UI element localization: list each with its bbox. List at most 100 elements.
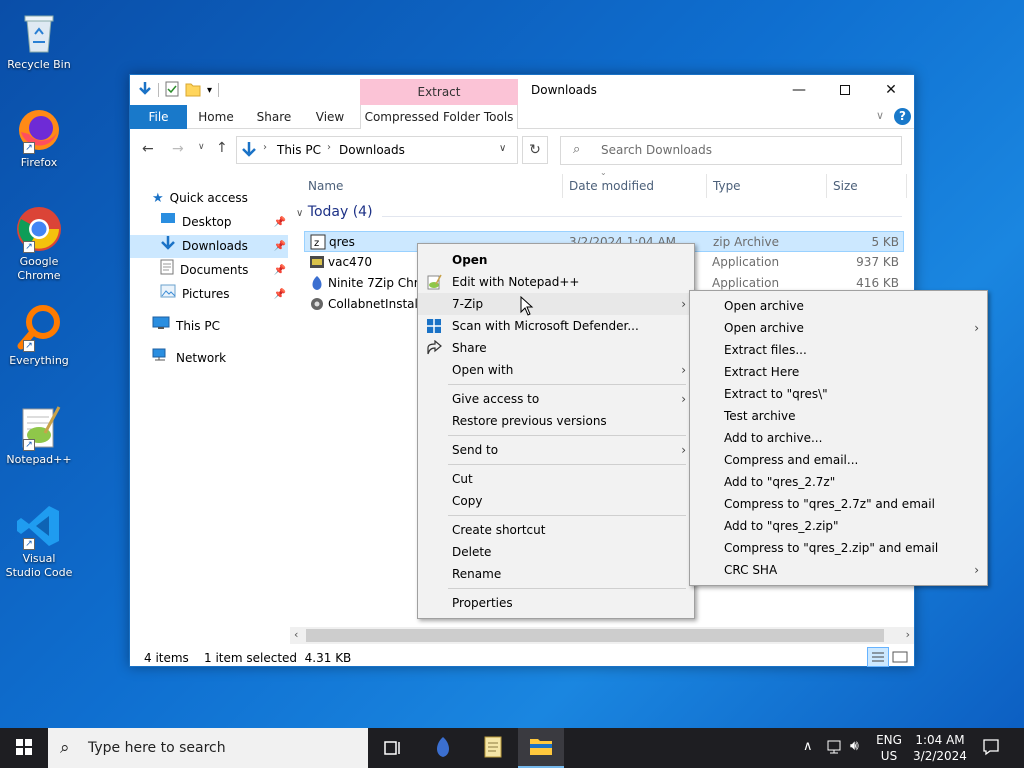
column-header-size[interactable]: Size (833, 174, 858, 198)
minimize-button[interactable]: — (776, 75, 822, 105)
submenu-item-open-archive[interactable]: Open archive (690, 295, 987, 317)
scroll-right-icon[interactable]: › (906, 628, 910, 641)
submenu-item-add-to-zip[interactable]: Add to "qres_2.zip" (690, 515, 987, 537)
menu-item-give-access[interactable]: Give access to › (418, 388, 694, 410)
clock[interactable]: 1:04 AM 3/2/2024 (906, 732, 974, 764)
tab-compressed-folder-tools[interactable]: Compressed Folder Tools (360, 105, 518, 129)
breadcrumb-this-pc[interactable]: This PC (277, 143, 321, 157)
submenu-item-test-archive[interactable]: Test archive (690, 405, 987, 427)
nav-desktop[interactable]: Desktop 📌 (160, 211, 288, 234)
tab-view[interactable]: View (308, 105, 352, 129)
minimize-icon: — (792, 82, 806, 98)
desktop-icon-google-chrome[interactable]: ↗ Google Chrome (4, 205, 74, 283)
properties-icon[interactable] (165, 81, 179, 100)
pin-icon[interactable]: 📌 (274, 283, 286, 306)
menu-item-cut[interactable]: Cut (418, 468, 694, 490)
recent-locations-button[interactable]: ∨ (198, 142, 205, 152)
ribbon-expand-icon[interactable]: ∨ (876, 109, 884, 122)
back-button[interactable]: ← (142, 141, 154, 157)
action-center-button[interactable] (982, 738, 1000, 759)
menu-item-restore-versions[interactable]: Restore previous versions (418, 410, 694, 432)
help-icon[interactable]: ? (894, 108, 911, 125)
show-hidden-icons-button[interactable]: ∧ (803, 739, 813, 754)
submenu-item-open-archive-more[interactable]: Open archive › (690, 317, 987, 339)
submenu-item-compress-7z-email[interactable]: Compress to "qres_2.7z" and email (690, 493, 987, 515)
new-folder-icon[interactable] (185, 81, 201, 100)
submenu-item-extract-files[interactable]: Extract files... (690, 339, 987, 361)
menu-item-properties[interactable]: Properties (418, 592, 694, 614)
desktop-icon-firefox[interactable]: ↗ Firefox (4, 106, 74, 170)
desktop-icon-everything[interactable]: ↗ Everything (4, 304, 74, 368)
forward-arrow-icon: → (172, 141, 184, 157)
menu-item-rename[interactable]: Rename (418, 563, 694, 585)
nav-quick-access[interactable]: ★ Quick access (152, 187, 248, 210)
nav-network[interactable]: Network (152, 347, 226, 370)
desktop-icon-visual-studio-code[interactable]: ↗ Visual Studio Code (4, 502, 74, 580)
submenu-item-add-to-archive[interactable]: Add to archive... (690, 427, 987, 449)
menu-item-7zip[interactable]: 7-Zip › (418, 293, 694, 315)
details-view-button[interactable] (867, 647, 889, 667)
column-header-type[interactable]: Type (713, 174, 741, 198)
column-divider[interactable] (826, 174, 827, 198)
menu-item-create-shortcut[interactable]: Create shortcut (418, 519, 694, 541)
horizontal-scrollbar[interactable]: ‹ › (290, 627, 914, 644)
submenu-arrow-icon: › (681, 392, 686, 406)
submenu-item-extract-to[interactable]: Extract to "qres\" (690, 383, 987, 405)
downloads-icon (160, 235, 176, 259)
scroll-left-icon[interactable]: ‹ (294, 628, 298, 641)
column-divider[interactable] (562, 174, 563, 198)
task-view-button[interactable] (382, 738, 402, 761)
address-dropdown-icon[interactable]: ∨ (499, 143, 506, 154)
start-button[interactable] (0, 728, 48, 768)
pin-icon[interactable]: 📌 (274, 211, 286, 234)
submenu-item-crc-sha[interactable]: CRC SHA › (690, 559, 987, 581)
group-header[interactable]: ∨ Today (4) (296, 204, 373, 220)
submenu-item-compress-email[interactable]: Compress and email... (690, 449, 987, 471)
refresh-button[interactable]: ↻ (522, 136, 548, 164)
menu-item-delete[interactable]: Delete (418, 541, 694, 563)
tab-share[interactable]: Share (252, 105, 296, 129)
column-header-date[interactable]: Date modified (569, 174, 654, 198)
maximize-button[interactable] (822, 75, 868, 105)
menu-item-send-to[interactable]: Send to › (418, 439, 694, 461)
menu-item-scan-defender[interactable]: Scan with Microsoft Defender... (418, 315, 694, 337)
nav-this-pc[interactable]: This PC (152, 315, 220, 338)
nav-downloads[interactable]: Downloads 📌 (130, 235, 288, 258)
submenu-item-add-to-7z[interactable]: Add to "qres_2.7z" (690, 471, 987, 493)
close-button[interactable]: ✕ (868, 75, 914, 105)
taskbar-search-box[interactable]: ⌕ Type here to search (48, 728, 368, 768)
taskbar-app-ninite[interactable] (420, 728, 466, 768)
menu-item-edit-with-notepad[interactable]: Edit with Notepad++ (418, 271, 694, 293)
customize-qat-icon[interactable]: ▾ (207, 85, 212, 96)
up-button[interactable]: ↑ (216, 140, 228, 156)
scrollbar-thumb[interactable] (306, 629, 884, 642)
network-status-icon[interactable] (826, 739, 844, 758)
menu-item-share[interactable]: Share (418, 337, 694, 359)
taskbar-app-file-explorer[interactable] (518, 728, 564, 768)
submenu-item-extract-here[interactable]: Extract Here (690, 361, 987, 383)
menu-item-copy[interactable]: Copy (418, 490, 694, 512)
menu-item-open[interactable]: Open (418, 249, 694, 271)
column-header-name[interactable]: Name (308, 174, 343, 198)
search-box[interactable]: ⌕ Search Downloads (560, 136, 902, 165)
volume-icon[interactable]: 🔊︎ (850, 738, 859, 754)
pin-icon[interactable]: 📌 (274, 235, 286, 258)
forward-button[interactable]: → (172, 141, 184, 157)
column-divider[interactable] (706, 174, 707, 198)
menu-item-label: Open (452, 253, 488, 267)
language-indicator[interactable]: ENG US (876, 732, 902, 764)
desktop-icon-recycle-bin[interactable]: Recycle Bin (4, 8, 74, 72)
nav-documents[interactable]: Documents 📌 (160, 259, 288, 282)
nav-pictures[interactable]: Pictures 📌 (160, 283, 288, 306)
address-bar[interactable]: › This PC › Downloads ∨ (236, 136, 518, 164)
menu-item-open-with[interactable]: Open with › (418, 359, 694, 381)
desktop-icon-notepad-plus-plus[interactable]: ↗ Notepad++ (4, 403, 74, 467)
pin-icon[interactable]: 📌 (274, 259, 286, 282)
tab-home[interactable]: Home (192, 105, 240, 129)
large-icons-view-button[interactable] (892, 649, 908, 670)
breadcrumb-downloads[interactable]: Downloads (339, 143, 405, 157)
taskbar-app-notepad[interactable] (470, 728, 516, 768)
submenu-item-compress-zip-email[interactable]: Compress to "qres_2.zip" and email (690, 537, 987, 559)
column-divider[interactable] (906, 174, 907, 198)
tab-file[interactable]: File (130, 105, 187, 129)
